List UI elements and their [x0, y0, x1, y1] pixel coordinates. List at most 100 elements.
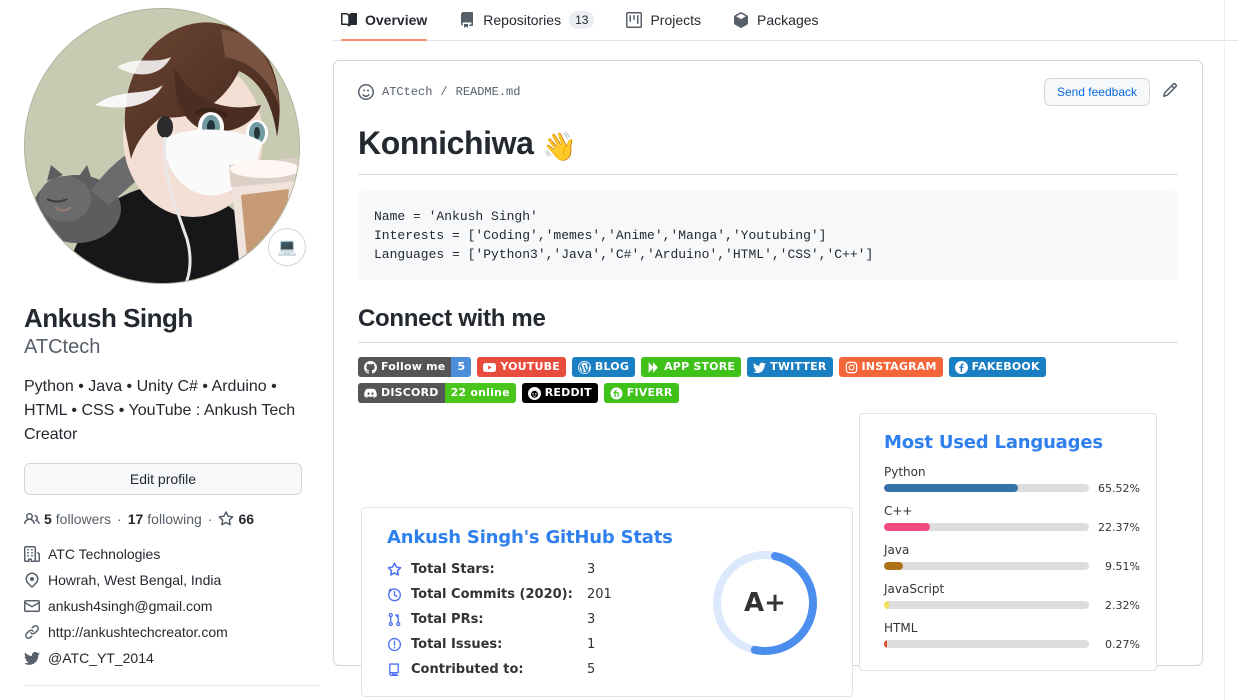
- badge-app-store[interactable]: APP STORE: [641, 357, 742, 377]
- social-badges: Follow me 5 YOUTUBE BLOG APP STORE TWITT…: [358, 357, 1188, 403]
- most-used-languages-card: Most Used Languages Python 65.52% C++ 22…: [859, 413, 1157, 671]
- badge-fiverr-label: FIVERR: [626, 386, 673, 399]
- stat-row-total-commits: Total Commits (2020): 201: [387, 582, 612, 607]
- followers-count[interactable]: 5: [44, 511, 52, 527]
- badge-reddit[interactable]: REDDIT: [521, 383, 598, 403]
- language-name-java: Java: [884, 543, 910, 557]
- fiverr-icon: [610, 387, 623, 399]
- people-icon: [24, 512, 40, 524]
- stat-row-contributed-to: Contributed to: 5: [387, 657, 612, 682]
- badge-twitter-label-seg: TWITTER: [747, 357, 833, 377]
- detail-location-text: Howrah, West Bengal, India: [48, 571, 222, 588]
- mail-icon: [24, 599, 40, 612]
- profile-bio: Python • Java • Unity C# • Arduino • HTM…: [24, 377, 296, 443]
- readme-breadcrumb: ATCtech / README.md: [358, 84, 520, 100]
- badge-youtube[interactable]: YOUTUBE: [477, 357, 566, 377]
- badge-fiverr-label-seg: FIVERR: [603, 383, 679, 403]
- edit-profile-button[interactable]: Edit profile: [24, 462, 302, 495]
- profile-details: ATC Technologies Howrah, West Bengal, In…: [24, 543, 320, 669]
- profile-sidebar: 💻 Ankush Singh ATCtech Python • Java • U…: [24, 0, 320, 686]
- badge-fakebook[interactable]: FAKEBOOK: [948, 357, 1046, 377]
- project-icon: [626, 12, 643, 28]
- badge-discord-label-seg: DISCORD: [358, 383, 445, 403]
- readme-card: ATCtech / README.md Send feedback Konnic…: [333, 60, 1203, 697]
- tab-projects-label: Projects: [650, 12, 702, 28]
- followers-label[interactable]: followers: [56, 511, 111, 527]
- badge-discord-count: 22 online: [444, 383, 516, 403]
- most-used-languages-title: Most Used Languages: [884, 432, 1103, 453]
- stat-label-total-prs: Total PRs:: [411, 612, 484, 627]
- tab-repositories[interactable]: Repositories 13: [451, 4, 610, 40]
- language-name-javascript: JavaScript: [884, 582, 945, 596]
- badge-reddit-label: REDDIT: [544, 386, 592, 399]
- detail-website-text[interactable]: http://ankushtechcreator.com: [48, 621, 228, 643]
- github-stats-card: Ankush Singh's GitHub Stats Total Stars:…: [361, 507, 853, 697]
- language-fill-cpp: [884, 523, 930, 531]
- language-name-html: HTML: [884, 621, 918, 635]
- detail-organization-text[interactable]: ATC Technologies: [48, 543, 160, 565]
- github-stats-title: Ankush Singh's GitHub Stats: [387, 527, 673, 548]
- readme-filename[interactable]: README.md: [456, 85, 521, 99]
- rank-label: A+: [744, 588, 786, 618]
- repo-icon: [387, 662, 411, 677]
- following-label[interactable]: following: [147, 511, 201, 527]
- language-pct-java: 9.51%: [1105, 560, 1140, 573]
- language-item-python: Python 65.52%: [884, 465, 1140, 495]
- package-icon: [734, 12, 749, 28]
- detail-email: ankush4singh@gmail.com: [24, 595, 320, 617]
- main-content: ATCtech / README.md Send feedback Konnic…: [333, 60, 1203, 697]
- sidebar-divider: [24, 684, 320, 686]
- avatar-container: 💻: [24, 8, 306, 284]
- readme-owner[interactable]: ATCtech: [382, 85, 432, 99]
- readme-heading-text: Konnichiwa: [358, 125, 534, 161]
- clock-icon: [387, 587, 411, 602]
- repo-icon: [461, 12, 474, 28]
- language-track-javascript: [884, 601, 1089, 609]
- profile-fullname: Ankush Singh: [24, 303, 193, 333]
- stat-row-total-prs: Total PRs: 3: [387, 607, 612, 632]
- facebook-icon: [954, 360, 968, 374]
- readme-heading: Konnichiwa 👋: [358, 123, 1178, 175]
- following-count[interactable]: 17: [128, 511, 144, 527]
- dot-separator-2: ·: [207, 510, 213, 527]
- badge-reddit-label-seg: REDDIT: [521, 383, 598, 403]
- language-track-cpp: [884, 523, 1089, 531]
- readme-header: ATCtech / README.md Send feedback: [358, 77, 1178, 107]
- tab-packages-label: Packages: [757, 12, 819, 28]
- language-pct-javascript: 2.32%: [1105, 599, 1140, 612]
- laptop-icon: 💻: [277, 239, 297, 256]
- badge-fiverr[interactable]: FIVERR: [603, 383, 679, 403]
- badge-follow-me[interactable]: Follow me 5: [358, 357, 472, 377]
- badge-discord-label: DISCORD: [381, 386, 439, 399]
- send-feedback-button[interactable]: Send feedback: [1043, 78, 1150, 106]
- badge-app-store-label-seg: APP STORE: [641, 357, 742, 377]
- badge-follow-me-label: Follow me: [381, 360, 446, 373]
- language-item-cpp: C++ 22.37%: [884, 504, 1140, 534]
- stat-label-contributed-to: Contributed to:: [411, 662, 524, 677]
- detail-email-text[interactable]: ankush4singh@gmail.com: [48, 595, 212, 617]
- detail-twitter-text[interactable]: @ATC_YT_2014: [48, 647, 154, 669]
- badge-follow-me-count: 5: [451, 357, 472, 377]
- badge-blog[interactable]: BLOG: [571, 357, 636, 377]
- tab-overview[interactable]: Overview: [333, 4, 443, 41]
- edit-readme-button[interactable]: [1162, 82, 1178, 103]
- language-name-python: Python: [884, 465, 926, 479]
- status-emoji-button[interactable]: 💻: [268, 228, 306, 266]
- followers-line: 5 followers · 17 following · 66: [24, 511, 320, 527]
- language-name-cpp: C++: [884, 504, 913, 518]
- avatar[interactable]: [24, 8, 300, 284]
- wave-emoji-icon: 👋: [542, 131, 577, 162]
- badge-discord[interactable]: DISCORD 22 online: [358, 383, 516, 403]
- language-pct-cpp: 22.37%: [1098, 521, 1140, 534]
- badge-instagram[interactable]: INSTAGRAM: [838, 357, 943, 377]
- badge-fakebook-label: FAKEBOOK: [971, 360, 1040, 373]
- stat-value-total-commits: 201: [587, 587, 612, 602]
- stars-count[interactable]: 66: [238, 511, 254, 527]
- badge-blog-label-seg: BLOG: [571, 357, 636, 377]
- stat-value-contributed-to: 5: [587, 662, 596, 677]
- language-item-java: Java 9.51%: [884, 543, 1140, 573]
- badge-twitter[interactable]: TWITTER: [747, 357, 833, 377]
- language-track-java: [884, 562, 1089, 570]
- tab-projects[interactable]: Projects: [618, 4, 717, 40]
- tab-packages[interactable]: Packages: [725, 4, 834, 40]
